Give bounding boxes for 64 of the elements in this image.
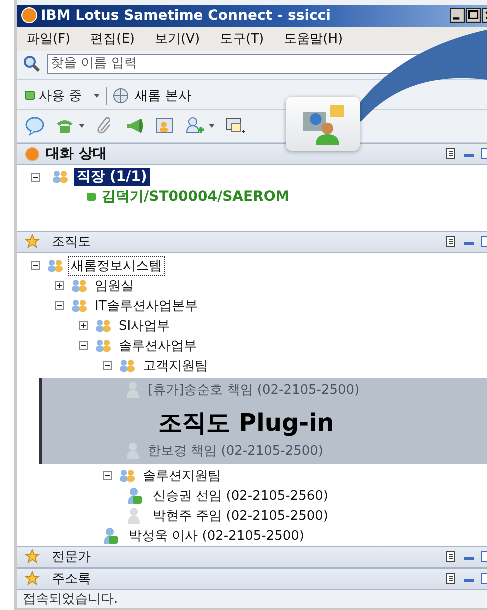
section-title: 조직도 [52, 234, 91, 251]
section-title: 전문가 [52, 548, 91, 566]
org-member[interactable]: [휴가]송순호 책임 (02-2105-2500) [148, 380, 360, 399]
minimize-icon[interactable] [450, 8, 465, 24]
group-icon [95, 318, 113, 333]
globe-icon [113, 88, 130, 104]
menu-item[interactable]: 도구(T) [220, 30, 264, 48]
menu-item[interactable]: 편집(E) [90, 30, 135, 48]
section-header[interactable]: 전문가 [17, 546, 487, 568]
contact-group[interactable]: 직장 (1/1) [74, 168, 150, 186]
org-member[interactable]: 한보경 책임 (02-2105-2500) [148, 442, 324, 460]
document-icon[interactable] [445, 550, 457, 563]
document-icon[interactable] [445, 572, 457, 585]
org-member[interactable]: 신승권 선임 (02-2105-2560) [151, 486, 330, 505]
document-icon[interactable] [445, 148, 457, 160]
group-icon [47, 258, 65, 273]
star-icon [25, 571, 40, 586]
menu-item[interactable]: 보기(V) [154, 30, 200, 48]
screen-icon[interactable] [225, 116, 245, 136]
contact-name[interactable]: 김덕기/ST00004/SAEROM [102, 188, 290, 206]
menu-item[interactable]: 파일(F) [27, 30, 71, 48]
org-group[interactable]: 새롬정보시스템 [69, 256, 164, 275]
group-icon [52, 170, 70, 184]
collapse-icon[interactable] [79, 341, 88, 350]
section-header[interactable]: 조직도 [17, 230, 487, 253]
star-icon [25, 549, 40, 564]
org-group[interactable]: SI사업부 [117, 316, 172, 335]
collapse-icon[interactable] [103, 361, 112, 370]
caret-icon [94, 94, 100, 98]
org-group[interactable]: 솔루션지원팀 [141, 466, 223, 485]
collapse-icon[interactable] [103, 471, 112, 480]
org-member[interactable]: 박현주 주임 (02-2105-2500) [151, 506, 330, 525]
status-text: 접속되었습니다. [23, 591, 118, 608]
banner-title: 조직도 Plug-in [158, 408, 336, 439]
group-icon [119, 468, 137, 483]
contact-card-icon[interactable] [155, 116, 175, 136]
expand-icon[interactable] [55, 281, 64, 290]
status-dropdown[interactable]: 사용 중 [25, 86, 100, 105]
window-title: IBM Lotus Sametime Connect - ssicci [41, 8, 331, 24]
org-member[interactable]: 박성욱 이사 (02-2105-2500) [127, 526, 306, 545]
caret-icon[interactable] [79, 124, 85, 128]
search-icon [23, 54, 41, 73]
group-icon [71, 298, 89, 313]
add-person-icon[interactable] [185, 116, 205, 136]
menu-item[interactable]: 도움말(H) [284, 30, 344, 48]
star-icon [25, 234, 40, 250]
caret-icon[interactable] [209, 124, 215, 128]
collapse-icon[interactable] [31, 261, 40, 270]
section-title: 주소록 [52, 570, 91, 588]
org-group[interactable]: 고객지원팀 [141, 356, 210, 375]
org-group[interactable]: IT솔루션사업본부 [93, 296, 200, 315]
section-header[interactable]: 주소록 [17, 568, 487, 590]
collapse-icon[interactable] [31, 172, 40, 182]
group-icon [71, 278, 89, 293]
location-label[interactable]: 새롬 본사 [135, 86, 192, 105]
expand-icon[interactable] [79, 321, 88, 330]
group-icon [119, 358, 137, 373]
section-header[interactable]: 대화 상대 [17, 143, 487, 166]
collapse-icon[interactable] [55, 301, 64, 310]
document-icon[interactable] [445, 236, 457, 248]
group-icon [95, 338, 113, 353]
section-title: 대화 상대 [46, 145, 107, 164]
org-group[interactable]: 솔루션사업부 [117, 336, 199, 355]
org-group[interactable]: 임원실 [93, 276, 136, 295]
